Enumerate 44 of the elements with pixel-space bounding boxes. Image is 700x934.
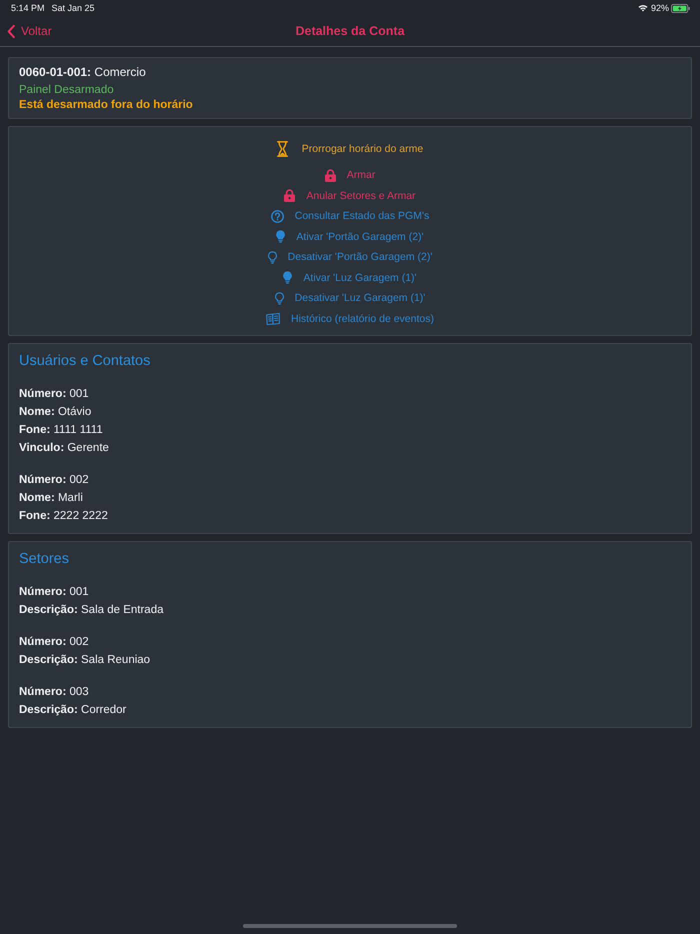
field-text: Número: 003 [19,685,90,700]
status-text: Painel Desarmado [19,83,115,98]
field-text: Fone: 1111 1111 [19,423,104,438]
account-heading: 0060-01-001: Comercio [19,65,147,80]
wifi-icon [638,4,648,12]
battery-icon [671,4,690,12]
status-date: Sat Jan 25 [52,2,95,14]
lightbulb-icon [283,271,292,284]
status-time: 5:14 PM [11,2,45,14]
action-link[interactable]: Ativar 'Portão Garagem (2)' [276,226,424,247]
field-text: Descrição: Sala Reuniao [19,653,152,668]
field-text: Vinculo: Gerente [19,441,110,456]
field-text: Fone: 2222 2222 [19,509,109,524]
lightbulb-outline-icon [274,292,284,305]
chevron-left-icon [7,24,15,38]
hourglass-icon [276,141,288,158]
lock-icon [324,168,336,182]
action-link[interactable]: Anular Setores e Armar [284,186,416,206]
book-icon [266,312,280,325]
field-text: Descrição: Sala de Entrada [19,603,164,618]
lightbulb-outline-icon [268,250,277,264]
action-link[interactable]: Consultar Estado das PGM's [270,206,430,226]
help-icon [270,210,284,223]
field-text: Número: 002 [19,473,90,488]
lock-icon [284,189,296,202]
action-link[interactable]: Histórico (relatório de eventos) [266,308,434,329]
section-title: Setores [19,550,70,568]
field-text: Descrição: Corredor [19,703,128,718]
field-text: Nome: Otávio [19,405,92,420]
action-link[interactable]: Prorrogar horário do arme [276,139,424,160]
back-button[interactable]: Voltar [7,24,52,38]
action-link[interactable]: Ativar 'Luz Garagem (1)' [283,268,417,288]
action-link[interactable]: Desativar 'Portão Garagem (2)' [268,247,432,268]
field-text: Nome: Marli [19,491,84,506]
status-text: Está desarmado fora do horário [19,98,194,113]
action-link[interactable]: Desativar 'Luz Garagem (1)' [274,288,426,308]
battery-percent: 92% [650,2,669,14]
field-text: Número: 001 [19,585,90,600]
field-text: Número: 002 [19,635,90,650]
section-title: Usuários e Contatos [19,352,152,370]
field-text: Número: 001 [19,387,90,402]
page-title: Detalhes da Conta [295,24,405,38]
action-link[interactable]: Armar [324,165,376,186]
lightbulb-icon [276,230,286,244]
